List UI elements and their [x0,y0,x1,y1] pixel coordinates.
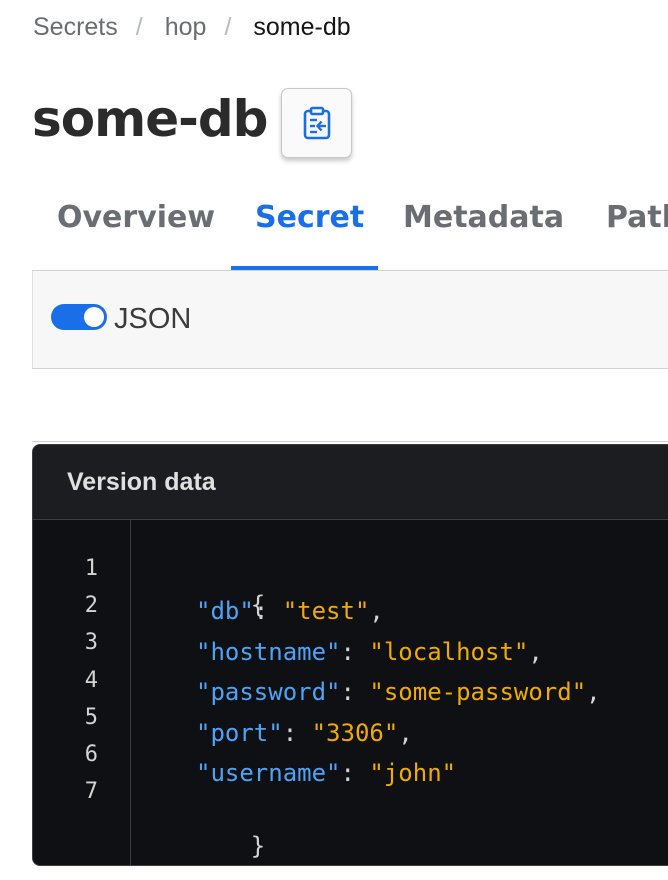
line-number: 5 [84,705,98,730]
secret-toolbar: JSON [32,271,668,369]
code-line: "port": "3306", [196,717,413,749]
json-comma: , [528,638,543,666]
json-colon: : [340,638,370,666]
json-key: "db" [196,597,254,625]
tab-metadata[interactable]: Metadata [403,198,564,238]
line-number: 2 [84,593,98,618]
clipboard-icon [303,106,330,140]
json-key: "port" [196,719,283,747]
json-toggle-switch[interactable] [51,304,107,330]
breadcrumb: Secrets / hop / some-db [33,12,351,42]
code-editor-header: Version data [33,445,668,520]
json-value: "3306" [311,719,399,747]
breadcrumb-separator: / [224,13,232,41]
code-line: "hostname": "localhost", [196,636,543,668]
json-value: "localhost" [369,638,529,666]
line-number: 7 [84,779,98,804]
line-number: 6 [84,742,98,767]
section-divider [32,441,668,442]
line-number: 1 [84,556,98,581]
json-value: "john" [369,759,457,787]
json-key: "username" [196,759,341,787]
json-comma: , [586,678,601,706]
code-line: "db": "test", [196,595,384,627]
json-colon: : [340,678,370,706]
page-title: some-db [32,90,268,148]
copy-secret-button[interactable] [281,88,352,158]
breadcrumb-secrets-link[interactable]: Secrets [33,12,118,42]
json-colon: : [340,759,370,787]
line-number: 3 [84,630,98,655]
code-editor[interactable]: Version data 1 2 3 4 5 6 7 { "db": "test… [32,444,668,866]
secret-detail-page: Secrets / hop / some-db some-db Overview… [0,0,668,880]
json-value: "some-password" [369,678,587,706]
tab-overview[interactable]: Overview [57,198,215,238]
code-line: "password": "some-password", [196,676,601,708]
code-close-brace: } [250,832,266,860]
breadcrumb-current: some-db [253,13,351,41]
toggle-knob [84,307,104,327]
code-editor-title: Version data [67,468,216,496]
json-colon: : [253,597,283,625]
json-value: "test" [282,597,370,625]
json-comma: , [398,719,413,747]
tab-bar: Overview Secret Metadata Paths [32,170,668,271]
active-tab-indicator [231,266,378,270]
breadcrumb-separator: / [135,13,143,41]
json-toggle-label: JSON [114,303,192,335]
line-number-gutter: 1 2 3 4 5 6 7 [33,520,131,865]
code-line: "username": "john" [196,757,456,789]
json-colon: : [282,719,312,747]
json-comma: , [369,597,384,625]
code-line: } [164,798,266,865]
json-key: "hostname" [196,638,341,666]
tab-paths[interactable]: Paths [606,198,668,238]
tab-secret[interactable]: Secret [255,198,364,238]
json-key: "password" [196,678,341,706]
line-number: 4 [84,668,98,693]
breadcrumb-hop-link[interactable]: hop [165,12,207,42]
